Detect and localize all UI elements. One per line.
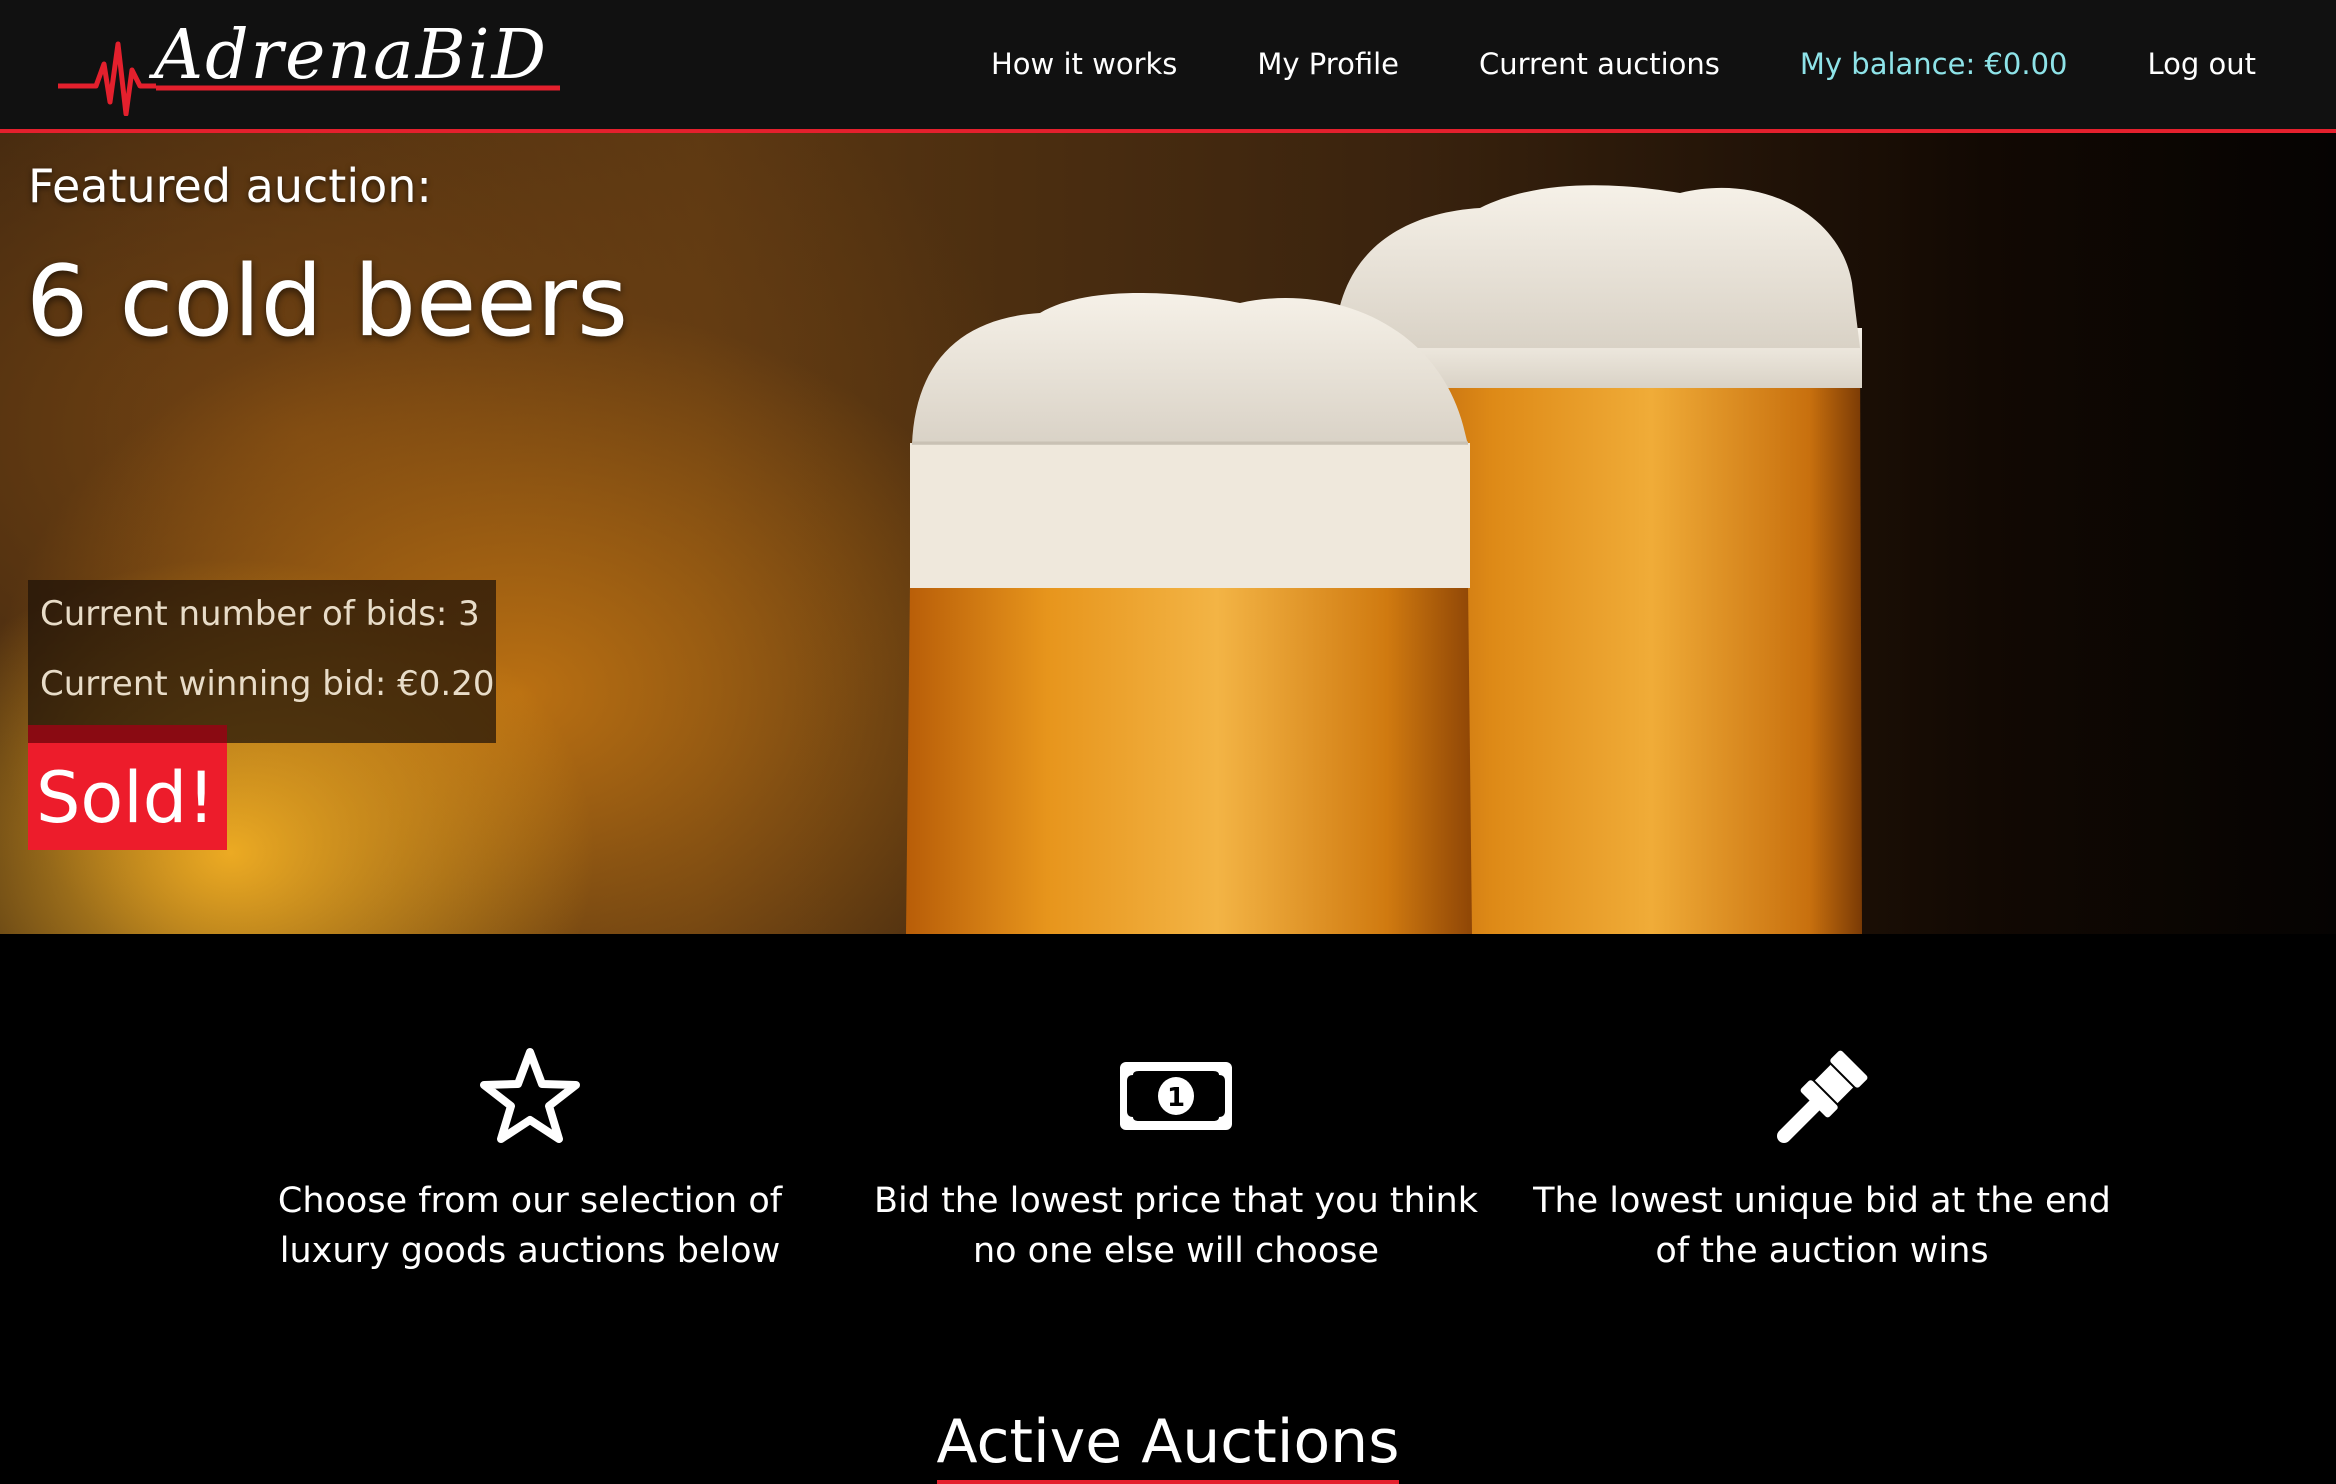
bid-info-box: Current number of bids: 3 Current winnin… xyxy=(28,580,496,743)
current-winning-bid: Current winning bid: €0.20 xyxy=(40,664,495,704)
sold-status-text: Sold! xyxy=(36,757,216,839)
feature-bid: 1 Bid the lowest price that you think no… xyxy=(866,1044,1486,1276)
feature-win-text: The lowest unique bid at the end of the … xyxy=(1533,1181,2111,1271)
featured-auction-title[interactable]: 6 cold beers xyxy=(26,245,628,359)
nav-links: How it works My Profile Current auctions… xyxy=(911,0,2256,128)
svg-text:AdrenaBiD: AdrenaBiD xyxy=(148,16,548,95)
star-icon xyxy=(480,1048,580,1143)
adrenabid-logo[interactable]: AdrenaBiD xyxy=(56,14,566,116)
featured-auction-hero[interactable]: Featured auction: 6 cold beers Current n… xyxy=(0,133,2336,934)
top-navbar: AdrenaBiD How it works My Profile Curren… xyxy=(0,0,2336,133)
nav-how-it-works[interactable]: How it works xyxy=(991,47,1177,81)
current-bids-count: Current number of bids: 3 xyxy=(40,594,480,634)
active-auctions-heading-text: Active Auctions xyxy=(936,1404,1400,1484)
nav-current-auctions[interactable]: Current auctions xyxy=(1479,47,1720,81)
gavel-icon xyxy=(1777,1050,1868,1143)
featured-auction-label: Featured auction: xyxy=(28,159,432,213)
svg-text:1: 1 xyxy=(1167,1083,1185,1113)
feature-choose: Choose from our selection of luxury good… xyxy=(220,1044,840,1276)
feature-win: The lowest unique bid at the end of the … xyxy=(1512,1044,2132,1276)
how-it-works-section: Choose from our selection of luxury good… xyxy=(0,934,2336,1484)
banknote-icon: 1 xyxy=(1120,1062,1232,1130)
nav-my-profile[interactable]: My Profile xyxy=(1257,47,1399,81)
sold-status-badge: Sold! xyxy=(28,725,227,850)
active-auctions-heading: Active Auctions xyxy=(0,1404,2336,1484)
feature-bid-text: Bid the lowest price that you think no o… xyxy=(874,1181,1478,1271)
nav-my-balance[interactable]: My balance: €0.00 xyxy=(1800,47,2068,81)
feature-choose-text: Choose from our selection of luxury good… xyxy=(277,1181,783,1271)
nav-log-out[interactable]: Log out xyxy=(2147,47,2256,81)
